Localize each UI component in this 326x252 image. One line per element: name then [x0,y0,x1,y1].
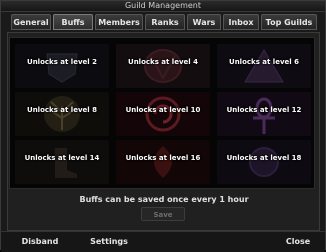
buff-slot[interactable]: Unlocks at level 10 [116,92,210,136]
close-button[interactable]: Close [281,235,315,249]
settings-button[interactable]: Settings [83,235,135,249]
buff-slot[interactable]: Unlocks at level 12 [217,92,311,136]
buff-slot[interactable]: Unlocks at level 14 [15,140,109,184]
tab-inbox[interactable]: Inbox [223,14,259,30]
buff-label: Unlocks at level 6 [229,58,299,66]
buff-slot[interactable]: Unlocks at level 16 [116,140,210,184]
buff-grid: Unlocks at level 2 Unlocks at level 4 Un… [9,37,315,189]
tab-buffs[interactable]: Buffs [53,14,93,30]
flame-buff-icon [116,140,210,184]
buff-save-note: Buffs can be saved once every 1 hour [79,195,249,204]
buff-label: Unlocks at level 14 [24,154,100,162]
tab-general[interactable]: General [11,14,51,30]
buff-label: Unlocks at level 10 [125,106,201,114]
buff-slot[interactable]: Unlocks at level 6 [217,44,311,88]
guild-management-window: Guild Management General Buffs Members R… [0,0,326,252]
swirl-buff-icon [116,92,210,136]
buff-slot[interactable]: Unlocks at level 8 [15,92,109,136]
tab-wars[interactable]: Wars [187,14,221,30]
buff-slot[interactable]: Unlocks at level 18 [217,140,311,184]
ankh-buff-icon [217,92,311,136]
buff-label: Unlocks at level 8 [27,106,97,114]
buff-label: Unlocks at level 2 [27,58,97,66]
rune-buff-icon [217,140,311,184]
disband-button[interactable]: Disband [15,235,65,249]
tab-members[interactable]: Members [95,14,143,30]
buff-slot[interactable]: Unlocks at level 4 [116,44,210,88]
triangle-buff-icon [217,44,311,88]
shield-buff-icon [116,44,210,88]
buff-slot[interactable]: Unlocks at level 2 [15,44,109,88]
title-bar[interactable]: Guild Management [1,1,325,12]
boots-buff-icon [15,140,109,184]
tab-top-guilds[interactable]: Top Guilds [261,14,317,30]
window-title: Guild Management [124,1,202,10]
tab-ranks[interactable]: Ranks [145,14,185,30]
tree-buff-icon [15,92,109,136]
buff-label: Unlocks at level 16 [125,154,201,162]
buff-label: Unlocks at level 4 [128,58,198,66]
armor-buff-icon [15,44,109,88]
buff-label: Unlocks at level 12 [226,106,302,114]
save-button[interactable]: Save [141,207,185,221]
buff-label: Unlocks at level 18 [226,154,302,162]
